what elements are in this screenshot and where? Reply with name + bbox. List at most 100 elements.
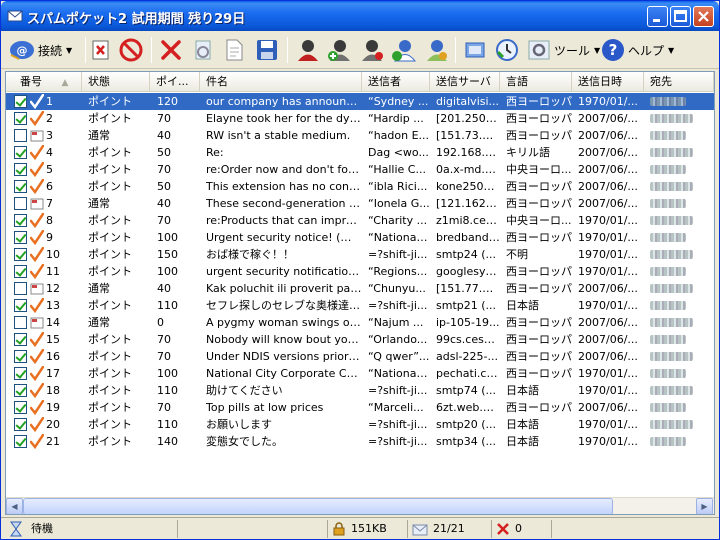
cell-sender: “Najum ... (368, 316, 424, 329)
spam-register-button[interactable] (295, 36, 321, 64)
delete-button[interactable] (159, 36, 183, 64)
row-checkbox[interactable] (14, 231, 27, 244)
table-row[interactable]: 20 ポイント 110 お願いします =?shift-ji... smtp20 (... 日… (6, 416, 714, 433)
row-checkbox[interactable] (14, 316, 27, 329)
cell-date: 1970/01/... (578, 367, 638, 380)
table-row[interactable]: 1 ポイント 120 our company has announce... “Sydn… (6, 93, 714, 110)
column-header-number[interactable]: 番号 ▲ (6, 72, 82, 92)
row-checkbox[interactable] (14, 282, 27, 295)
minimize-button[interactable] (647, 6, 668, 27)
cell-recipient-redacted (650, 110, 708, 127)
cell-recipient-redacted (650, 331, 708, 348)
maximize-button[interactable] (670, 6, 691, 27)
row-checkbox[interactable] (14, 435, 27, 448)
horizontal-scrollbar[interactable]: ◀ ▶ (6, 497, 714, 514)
table-row[interactable]: 2 ポイント 70 Elayne took her for the dyi... “Ha… (6, 110, 714, 127)
row-checkbox[interactable] (14, 333, 27, 346)
row-checkbox[interactable] (14, 350, 27, 363)
table-row[interactable]: 21 ポイント 140 変態女でした。 =?shift-ji... smtp34 (...… (6, 433, 714, 450)
row-checkbox[interactable] (14, 214, 27, 227)
tools-menu[interactable]: ツール ▼ (527, 36, 600, 64)
delete-mail-button[interactable] (91, 36, 111, 64)
cell-no: 17 (46, 367, 60, 380)
window-button[interactable] (463, 36, 487, 64)
row-checkbox[interactable] (14, 384, 27, 397)
title-bar[interactable]: スパムポケット2 試用期間 残り29日 (1, 1, 719, 31)
row-checkbox[interactable] (14, 299, 27, 312)
row-checkbox[interactable] (14, 163, 27, 176)
table-row[interactable]: 15 ポイント 70 Nobody will know bout your... “Or… (6, 331, 714, 348)
cell-state: ポイント (88, 163, 132, 176)
table-row[interactable]: 7 通常 40 These second-generation s... “Ionela… (6, 195, 714, 212)
cell-server: z1mi8.cert... (436, 214, 500, 227)
scrollbar-thumb[interactable] (23, 498, 613, 514)
cell-recipient-redacted (650, 416, 708, 433)
table-row[interactable]: 4 ポイント 50 Re: Dag <wo... 192.168.1... キリル語 2007… (6, 144, 714, 161)
table-row[interactable]: 12 通常 40 Kak poluchit ili proverit pas... “C… (6, 280, 714, 297)
table-row[interactable]: 14 通常 0 A pygmy woman swings on... “Najum ..… (6, 314, 714, 331)
column-header-recipient[interactable]: 宛先 (644, 72, 714, 92)
redacted-block (650, 233, 686, 242)
cell-state: ポイント (88, 112, 132, 125)
row-checkbox[interactable] (14, 146, 27, 159)
column-header-sender[interactable]: 送信者 (362, 72, 430, 92)
cell-subject: Re: (206, 146, 224, 159)
cell-sender: “National... (368, 367, 430, 380)
table-row[interactable]: 3 通常 40 RW isn't a stable medium. “hadon E..… (6, 127, 714, 144)
table-row[interactable]: 5 ポイント 70 re:Order now and don't forg... “Ha… (6, 161, 714, 178)
row-checkbox[interactable] (14, 112, 27, 125)
svg-text:?: ? (609, 41, 618, 59)
scroll-right-button[interactable]: ▶ (696, 498, 713, 514)
spam-check-icon (30, 230, 44, 245)
settings-mail-button[interactable] (191, 36, 215, 64)
status-size-text: 151KB (351, 522, 387, 535)
column-header-state[interactable]: 状態 (82, 72, 150, 92)
add-friend-button[interactable] (391, 36, 417, 64)
redacted-block (650, 250, 693, 259)
cell-server: 99cs.cesc... (436, 333, 500, 346)
column-header-points[interactable]: ポイ... (150, 72, 200, 92)
cell-recipient-redacted (650, 348, 708, 365)
save-button[interactable] (255, 36, 279, 64)
table-row[interactable]: 9 ポイント 100 Urgent security notice! (me... “N… (6, 229, 714, 246)
schedule-button[interactable] (495, 36, 519, 64)
table-row[interactable]: 18 ポイント 110 助けてください =?shift-ji... smtp74 (...… (6, 382, 714, 399)
connect-button[interactable]: @ 接続 ▼ (9, 36, 72, 64)
column-header-server[interactable]: 送信サーバ (430, 72, 500, 92)
table-row[interactable]: 16 ポイント 70 Under NDIS versions prior t... “Q… (6, 348, 714, 365)
friend-list-button[interactable] (423, 36, 449, 64)
cell-points: 70 (157, 350, 171, 363)
close-button[interactable] (693, 6, 714, 27)
table-row[interactable]: 13 ポイント 110 セフレ探しのセレブな奥様達が... =?shift-ji... s… (6, 297, 714, 314)
scroll-left-button[interactable]: ◀ (6, 498, 23, 514)
cell-sender: “Regions... (368, 265, 428, 278)
row-checkbox[interactable] (14, 401, 27, 414)
cell-sender: “Q qwer”... (368, 350, 430, 363)
column-header-language[interactable]: 言語 (500, 72, 572, 92)
table-row[interactable]: 11 ポイント 100 urgent security notification ..… (6, 263, 714, 280)
row-checkbox[interactable] (14, 129, 27, 142)
column-header-date[interactable]: 送信日時 (572, 72, 644, 92)
stop-button[interactable] (119, 36, 143, 64)
column-header-subject[interactable]: 件名 (200, 72, 362, 92)
row-checkbox[interactable] (14, 265, 27, 278)
spam-list-button[interactable] (359, 36, 385, 64)
table-row[interactable]: 19 ポイント 70 Top pills at low prices “Marceli.… (6, 399, 714, 416)
help-icon: ? (602, 39, 624, 61)
add-spam-button[interactable] (327, 36, 353, 64)
chevron-down-icon[interactable]: ▼ (66, 46, 72, 55)
table-row[interactable]: 8 ポイント 70 re:Products that can improv... “Ch… (6, 212, 714, 229)
row-checkbox[interactable] (14, 197, 27, 210)
row-checkbox[interactable] (14, 248, 27, 261)
cell-lang: 西ヨーロッパ (506, 333, 572, 346)
table-row[interactable]: 17 ポイント 100 National City Corporate Cu... “N… (6, 365, 714, 382)
row-checkbox[interactable] (14, 95, 27, 108)
row-checkbox[interactable] (14, 180, 27, 193)
table-row[interactable]: 6 ポイント 50 This extension has no confi... “ib… (6, 178, 714, 195)
table-row[interactable]: 10 ポイント 150 おば様で稼ぐ！！ =?shift-ji... smtp24 (..… (6, 246, 714, 263)
row-checkbox[interactable] (14, 367, 27, 380)
new-document-button[interactable] (223, 36, 245, 64)
help-menu[interactable]: ? ヘルプ ▼ (601, 36, 674, 64)
row-checkbox[interactable] (14, 418, 27, 431)
mail-list[interactable]: 番号 ▲ 状態 ポイ... 件名 送信者 送信サーバ 言語 送信日時 宛先 1 ポ… (5, 71, 715, 515)
